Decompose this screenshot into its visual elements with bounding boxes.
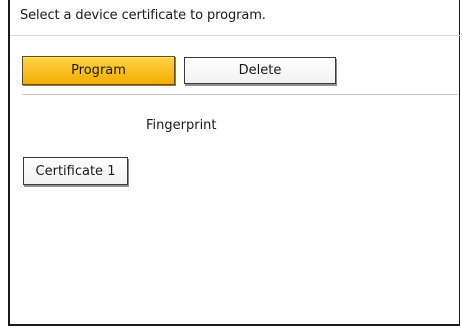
header-divider	[10, 35, 460, 36]
fingerprint-column-header: Fingerprint	[146, 118, 217, 133]
certificate-1-button[interactable]: Certificate 1	[23, 157, 128, 185]
delete-button[interactable]: Delete	[184, 57, 336, 84]
certificate-panel: Select a device certificate to program. …	[8, 0, 460, 326]
instruction-text: Select a device certificate to program.	[20, 8, 266, 23]
actions-divider	[22, 94, 458, 95]
program-button[interactable]: Program	[22, 56, 175, 85]
